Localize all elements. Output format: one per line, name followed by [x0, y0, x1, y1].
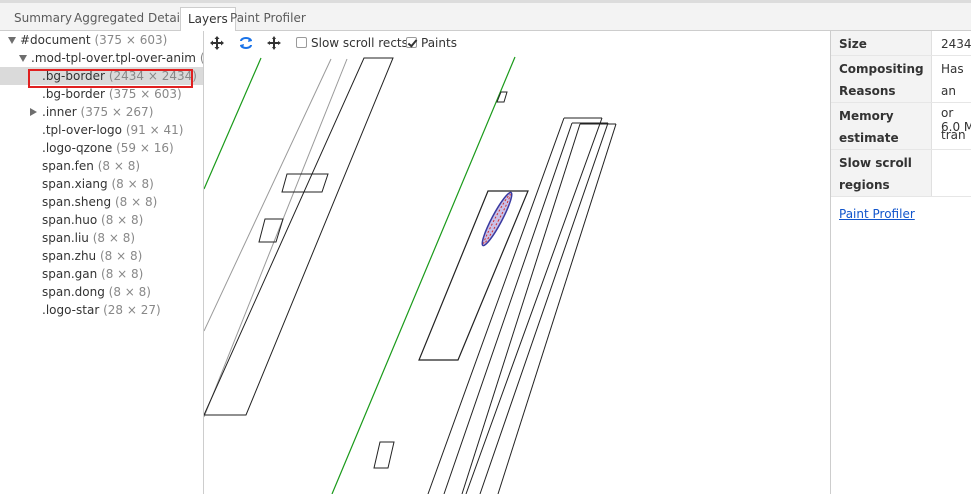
- layer-name: .tpl-over-logo: [42, 123, 122, 137]
- layer-name: span.liu: [42, 231, 89, 245]
- slow-scroll-rects-label: Slow scroll rects: [311, 36, 408, 50]
- layer-outline: [443, 122, 573, 494]
- prop-row-memory-estimate: Memory estimate 6.0 MB: [831, 103, 971, 150]
- layer-outline: [418, 190, 529, 361]
- layer-tree-item[interactable]: span.gan (8 × 8): [0, 265, 203, 283]
- paint-profiler-link[interactable]: Paint Profiler: [839, 207, 915, 221]
- layer-outline: [373, 441, 395, 469]
- layer-name: span.zhu: [42, 249, 97, 263]
- layer-dimensions: (375 × 603): [108, 87, 182, 101]
- prop-key: Slow scroll regions: [831, 150, 932, 196]
- layer-outline: [204, 58, 348, 418]
- layer-dimensions: (8 × 8): [101, 213, 144, 227]
- prop-row-compositing-reasons: Compositing Reasons Has an or tran: [831, 56, 971, 142]
- layer-dimensions: (8 × 8): [114, 195, 158, 209]
- layer-name: span.sheng: [42, 195, 112, 209]
- layer-tree-item[interactable]: .inner (375 × 267): [0, 103, 203, 121]
- prop-row-size: Size 2434: [831, 31, 971, 56]
- prop-key: Compositing Reasons: [831, 56, 932, 102]
- layer-dimensions: (8 × 8): [108, 285, 151, 299]
- layer-name: .mod-tpl-over.tpl-over-anim: [31, 51, 196, 65]
- layer-name: span.xiang: [42, 177, 108, 191]
- reset-transform-icon[interactable]: [266, 35, 282, 51]
- paints-checkbox[interactable]: [406, 37, 417, 48]
- layer-name: span.dong: [42, 285, 105, 299]
- layer-dimensions: (8 × 8): [101, 267, 144, 281]
- layer-name: span.fen: [42, 159, 94, 173]
- layer-dimensions: (28 × 27): [103, 303, 161, 317]
- move-arrows-icon[interactable]: [209, 35, 225, 51]
- layer-tree-item[interactable]: .mod-tpl-over.tpl-over-anim (3...: [0, 49, 203, 67]
- paints-label: Paints: [421, 36, 457, 50]
- prop-value: 6.0 MB: [941, 120, 971, 134]
- expand-triangle-icon[interactable]: [8, 37, 16, 44]
- layer-name: .bg-border: [42, 87, 105, 101]
- layer-dimensions: (375 × 267): [80, 105, 154, 119]
- slow-scroll-rects-checkbox[interactable]: [296, 37, 307, 48]
- layer-properties-table: Size 2434 Compositing Reasons Has an or …: [831, 31, 971, 197]
- layer-name: .logo-star: [42, 303, 100, 317]
- layer-tree-item[interactable]: span.dong (8 × 8): [0, 283, 203, 301]
- tab-paint-profiler[interactable]: Paint Profiler: [223, 7, 313, 33]
- prop-key: Memory estimate: [831, 103, 932, 149]
- layer-dimensions: (91 × 41): [125, 123, 184, 137]
- tab-bar: Summary Aggregated Details Layers Paint …: [0, 0, 971, 34]
- layer-ellipse: [481, 191, 513, 247]
- layer-dimensions: (8 × 8): [97, 159, 141, 173]
- layers-3d-view[interactable]: [204, 31, 830, 494]
- layer-outline: [258, 218, 284, 243]
- layer-tree-item[interactable]: #document (375 × 603): [0, 31, 203, 49]
- prop-value: [932, 150, 950, 154]
- layer-name: #document: [20, 33, 91, 47]
- layer-tree-item[interactable]: span.zhu (8 × 8): [0, 247, 203, 265]
- layer-tree-item[interactable]: span.xiang (8 × 8): [0, 175, 203, 193]
- layer-tree-item[interactable]: span.sheng (8 × 8): [0, 193, 203, 211]
- prop-row-slow-scroll-regions: Slow scroll regions: [831, 150, 971, 197]
- tab-aggregated-details[interactable]: Aggregated Details: [67, 7, 197, 33]
- layer-name: span.gan: [42, 267, 98, 281]
- layer-outline: [427, 117, 565, 494]
- layer-dimensions: (8 × 8): [99, 249, 143, 263]
- layer-dimensions: (8 × 8): [92, 231, 136, 245]
- layer-dimensions: (375 × 603): [94, 33, 168, 47]
- prop-key: Size: [831, 31, 932, 55]
- layer-outline-green: [331, 56, 516, 494]
- layer-name: span.huo: [42, 213, 98, 227]
- layer-outline: [204, 57, 394, 416]
- layer-tree-item[interactable]: .logo-qzone (59 × 16): [0, 139, 203, 157]
- layer-outline: [465, 117, 603, 494]
- layer-name: .logo-qzone: [42, 141, 113, 155]
- layer-dimensions: (8 × 8): [111, 177, 154, 191]
- layer-tree-item[interactable]: span.liu (8 × 8): [0, 229, 203, 247]
- layer-outline: [479, 122, 609, 494]
- selection-highlight-box: [28, 69, 193, 88]
- layer-tree-item[interactable]: span.huo (8 × 8): [0, 211, 203, 229]
- layer-name: .inner: [42, 105, 77, 119]
- layers-toolbar: Slow scroll rects Paints: [204, 31, 830, 55]
- layers-canvas[interactable]: Slow scroll rects Paints: [204, 31, 830, 494]
- layer-outline: [204, 58, 332, 332]
- layer-outline: [496, 91, 508, 103]
- layer-outline: [497, 123, 617, 494]
- prop-value: 2434: [941, 37, 971, 51]
- layer-tree-item[interactable]: span.fen (8 × 8): [0, 157, 203, 175]
- rotate-icon[interactable]: [238, 35, 254, 51]
- layer-tree-item[interactable]: .tpl-over-logo (91 × 41): [0, 121, 203, 139]
- collapse-triangle-icon[interactable]: [30, 108, 37, 116]
- layer-details-panel: Size 2434 Compositing Reasons Has an or …: [830, 31, 971, 494]
- layer-outline-green: [204, 57, 262, 190]
- layer-tree: #document (375 × 603) .mod-tpl-over.tpl-o…: [0, 31, 204, 494]
- expand-triangle-icon[interactable]: [19, 55, 27, 62]
- layer-tree-item[interactable]: .logo-star (28 × 27): [0, 301, 203, 319]
- layer-dimensions: (59 × 16): [116, 141, 174, 155]
